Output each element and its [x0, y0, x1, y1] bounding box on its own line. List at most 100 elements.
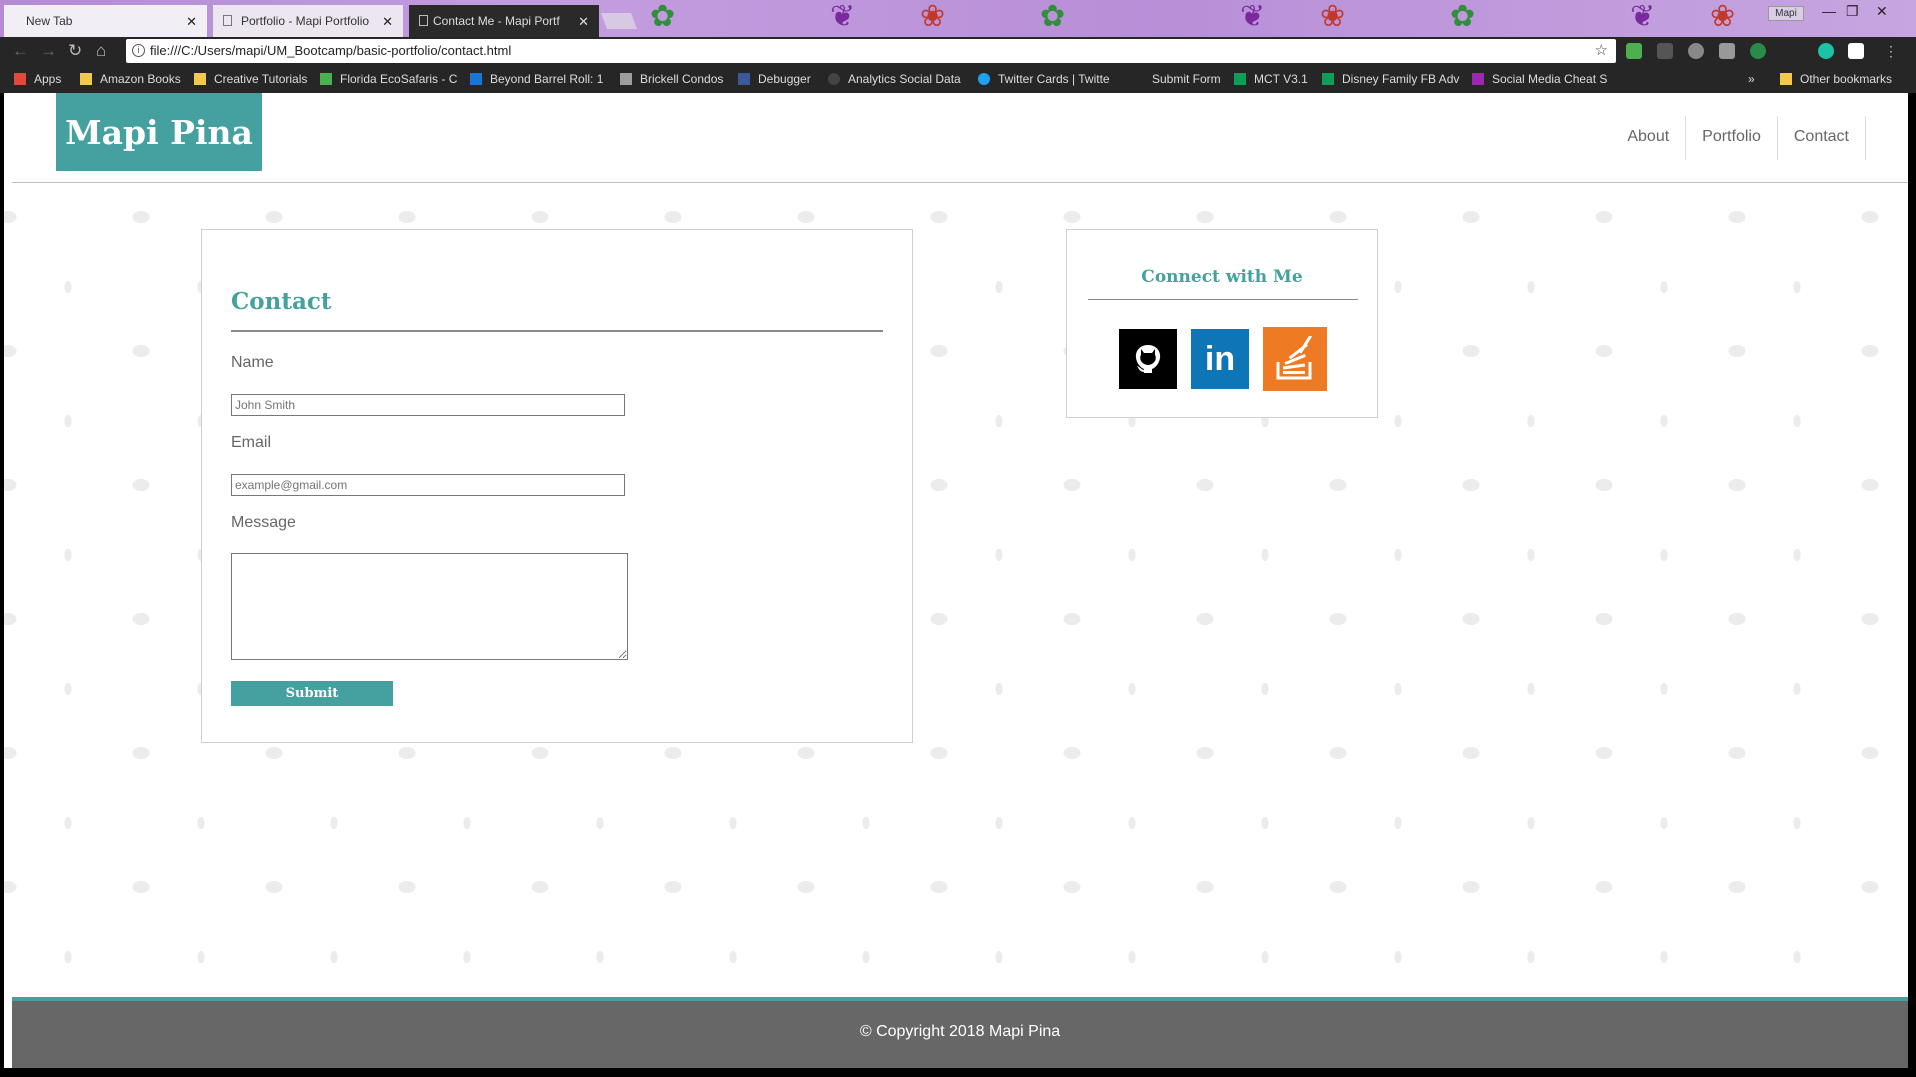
extension-circle-icon[interactable] [1750, 43, 1766, 59]
bookmark-label: Disney Family FB Adv [1342, 72, 1460, 86]
bookmark-star-icon[interactable]: ☆ [1595, 39, 1608, 63]
close-window-icon[interactable]: ✕ [1876, 3, 1888, 20]
tab-label: Portfolio - Mapi Portfolio [241, 14, 370, 28]
bookmark-creative-tutorials[interactable]: Creative Tutorials [194, 72, 307, 86]
name-label: Name [231, 354, 274, 371]
bookmark-twitter-cards[interactable]: Twitter Cards | Twitte [978, 72, 1110, 86]
nav-about[interactable]: About [1611, 116, 1687, 160]
bookmark-label: Other bookmarks [1800, 72, 1893, 86]
close-tab-icon[interactable]: ✕ [382, 14, 393, 30]
extension-a-icon[interactable] [1719, 43, 1735, 59]
bookmark-label: Social Media Cheat S [1492, 72, 1608, 86]
site-header: Mapi Pina About Portfolio Contact [12, 93, 1908, 183]
message-field[interactable] [231, 553, 628, 660]
back-icon[interactable]: ← [12, 40, 29, 62]
tab-portfolio[interactable]: Portfolio - Mapi Portfolio ✕ [213, 5, 403, 37]
bookmark-label: MCT V3.1 [1254, 72, 1308, 86]
name-field[interactable] [231, 394, 625, 416]
menu-icon[interactable]: ⋮ [1884, 40, 1898, 62]
butterfly-decoration-icon: ❀ [1320, 0, 1346, 33]
email-field[interactable] [231, 474, 625, 496]
butterfly-decoration-icon: ❦ [1240, 0, 1266, 33]
bookmark-label: Brickell Condos [640, 72, 724, 86]
message-label: Message [231, 514, 296, 531]
twitter-icon [978, 73, 990, 85]
reload-icon[interactable]: ↻ [68, 40, 82, 62]
close-tab-icon[interactable]: ✕ [578, 14, 589, 30]
close-tab-icon[interactable]: ✕ [186, 14, 197, 30]
bookmarks-bar: Apps Amazon Books Creative Tutorials Flo… [0, 66, 1916, 93]
email-label: Email [231, 434, 272, 451]
browser-toolbar: ← → ↻ ⌂ i file:///C:/Users/mapi/UM_Bootc… [0, 37, 1916, 66]
bookmark-label: Analytics Social Data [848, 72, 961, 86]
bookmark-label: Creative Tutorials [214, 72, 308, 86]
tab-label: Contact Me - Mapi Portf [433, 14, 560, 28]
site-icon [620, 73, 632, 85]
butterfly-decoration-icon: ❀ [1710, 0, 1736, 33]
profile-button[interactable]: Mapi [1768, 6, 1804, 21]
submit-button[interactable]: Submit [231, 681, 393, 706]
tab-new-tab[interactable]: New Tab ✕ [4, 5, 207, 37]
bookmark-label: Beyond Barrel Roll: 1 [490, 72, 604, 86]
divider [231, 330, 883, 332]
sheet-icon [1322, 73, 1334, 85]
bookmark-label: Submit Form [1152, 72, 1221, 86]
extension-chart-icon[interactable] [1626, 43, 1642, 59]
amazon-assistant-icon[interactable] [1848, 43, 1864, 59]
bookmark-label: Amazon Books [100, 72, 181, 86]
butterfly-decoration-icon: ✿ [1040, 0, 1066, 33]
bookmarks-overflow-button[interactable]: » [1748, 72, 1755, 86]
stackoverflow-link[interactable] [1263, 327, 1327, 391]
bookmark-analytics-social-data[interactable]: Analytics Social Data [828, 72, 961, 86]
bookmark-brickell-condos[interactable]: Brickell Condos [620, 72, 723, 86]
bookmark-amazon-books[interactable]: Amazon Books [80, 72, 181, 86]
linkedin-link[interactable]: in [1191, 329, 1249, 389]
folder-icon [194, 73, 206, 85]
bookmark-mct[interactable]: MCT V3.1 [1234, 72, 1308, 86]
butterfly-decoration-icon: ❀ [920, 0, 946, 33]
bookmark-debugger[interactable]: Debugger [738, 72, 811, 86]
bookmark-florida-ecosafaris[interactable]: Florida EcoSafaris - C [320, 72, 457, 86]
nav-portfolio[interactable]: Portfolio [1686, 116, 1778, 160]
butterfly-decoration-icon: ❦ [1630, 0, 1656, 33]
folder-icon [1780, 73, 1792, 85]
stackoverflow-icon [1276, 336, 1312, 380]
bookmark-disney-family[interactable]: Disney Family FB Adv [1322, 72, 1459, 86]
bookmark-submit-form[interactable]: Submit Form [1132, 72, 1221, 86]
site-icon [1472, 73, 1484, 85]
address-bar[interactable]: i file:///C:/Users/mapi/UM_Bootcamp/basi… [126, 39, 1616, 63]
github-link[interactable] [1119, 329, 1177, 389]
contact-card: Contact Name Email Message Submit [201, 229, 913, 743]
site-logo[interactable]: Mapi Pina [56, 93, 262, 171]
extension-ghost-icon[interactable] [1688, 43, 1704, 59]
bookmark-social-media-cheat[interactable]: Social Media Cheat S [1472, 72, 1607, 86]
nav-contact[interactable]: Contact [1778, 116, 1866, 160]
minimize-icon[interactable]: — [1822, 3, 1836, 19]
page-icon [419, 15, 428, 26]
info-icon[interactable]: i [132, 44, 145, 57]
social-title: Connect with Me [1141, 267, 1303, 287]
bookmark-label: Florida EcoSafaris - C [340, 72, 458, 86]
tab-contact-active[interactable]: Contact Me - Mapi Portf ✕ [409, 5, 599, 37]
new-tab-button[interactable] [601, 13, 637, 29]
bookmark-apps[interactable]: Apps [14, 72, 61, 86]
browser-titlebar: ✿ ❦ ❀ ✿ ❦ ❀ ✿ ❦ ❀ New Tab ✕ Portfolio - … [0, 0, 1916, 37]
bookmark-beyond-barrel-roll[interactable]: Beyond Barrel Roll: 1 [470, 72, 603, 86]
folder-icon [80, 73, 92, 85]
forward-icon[interactable]: → [40, 40, 57, 62]
web-page: Mapi Pina About Portfolio Contact Contac… [4, 93, 1908, 1068]
divider [1088, 299, 1358, 300]
site-footer: © Copyright 2018 Mapi Pina [12, 997, 1908, 1068]
contact-title: Contact [231, 288, 332, 315]
restore-icon[interactable]: ❐ [1846, 3, 1859, 20]
copyright-text: © Copyright 2018 Mapi Pina [859, 1023, 1061, 1040]
extension-pen-icon[interactable] [1657, 43, 1673, 59]
facebook-icon [738, 73, 750, 85]
home-icon[interactable]: ⌂ [96, 40, 106, 62]
circle-icon [828, 73, 840, 85]
extension-m-icon[interactable] [1818, 43, 1834, 59]
main-nav: About Portfolio Contact [1611, 116, 1866, 160]
bookmark-label: Debugger [758, 72, 811, 86]
bookmark-other-bookmarks[interactable]: Other bookmarks [1780, 72, 1892, 86]
butterfly-decoration-icon: ❦ [830, 0, 856, 33]
